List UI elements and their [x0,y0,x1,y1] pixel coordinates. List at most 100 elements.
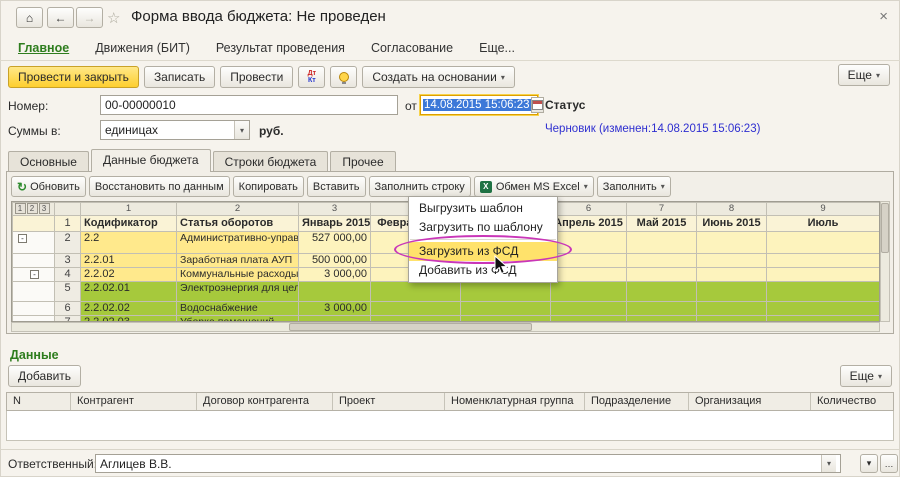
post-and-close-button[interactable]: Провести и закрыть [8,66,139,88]
chevron-down-icon[interactable]: ▾ [821,455,836,472]
grid-cell[interactable] [461,282,551,302]
menu-item-load-by-template[interactable]: Загрузить по шаблону [409,218,557,237]
column-header-project[interactable]: Проект [333,393,445,410]
number-field[interactable]: 00-00000010 [100,95,398,115]
grid-cell[interactable] [627,232,697,254]
grid-cell-amount[interactable]: 527 000,00 [299,232,371,254]
close-icon[interactable]: × [879,8,888,25]
column-header-organization[interactable]: Организация [689,393,811,410]
grid-cell-code[interactable]: 2.2.02.02 [81,302,177,316]
collapse-toggle-icon[interactable]: - [18,234,27,243]
grid-cell-amount[interactable]: 3 000,00 [299,268,371,282]
grid-cell[interactable] [461,302,551,316]
grid-cell-amount[interactable] [299,282,371,302]
chevron-down-icon[interactable]: ▾ [234,121,249,139]
group-level-1-button[interactable]: 1 [15,203,26,214]
grid-cell[interactable] [551,254,627,268]
row-number[interactable]: 3 [55,254,81,268]
menu-item-export-template[interactable]: Выгрузить шаблон [409,199,557,218]
tab-main[interactable]: Основные [8,151,89,172]
tab-budget-lines[interactable]: Строки бюджета [213,151,329,172]
grid-cell[interactable] [767,302,880,316]
responsible-field[interactable]: Аглицев В.В. ▾ [95,454,841,473]
home-button[interactable]: ⌂ [16,7,43,28]
grid-cell[interactable] [627,302,697,316]
show-postings-button[interactable]: ДтКт [298,66,325,88]
grid-cell[interactable] [551,302,627,316]
menu-item-load-from-fsd[interactable]: Загрузить из ФСД [409,242,557,261]
favorite-star-icon[interactable]: ☆ [107,9,120,27]
post-button[interactable]: Провести [220,66,293,88]
grid-cell[interactable] [697,232,767,254]
scrollbar-thumb[interactable] [289,323,532,331]
grid-cell-code[interactable]: 2.2 [81,232,177,254]
grid-cell[interactable] [371,302,461,316]
calendar-picker-button[interactable] [531,97,544,113]
column-header-counterparty[interactable]: Контрагент [71,393,197,410]
column-number[interactable]: 1 [81,203,177,216]
add-row-button[interactable]: Добавить [8,365,81,387]
responsible-open-button[interactable]: … [880,454,898,473]
grid-cell-article[interactable]: Административно-управленческие расходы [177,232,299,254]
grid-cell[interactable] [627,282,697,302]
column-number[interactable]: 3 [299,203,371,216]
grid-cell-article[interactable]: Электроэнергия для целей АУП [177,282,299,302]
column-header-quantity[interactable]: Количество [811,393,893,410]
grid-cell-article[interactable]: Заработная плата АУП [177,254,299,268]
menu-item-movements-bit[interactable]: Движения (БИТ) [95,41,190,55]
column-header-april[interactable]: Апрель 2015 [551,216,627,232]
row-number[interactable]: 4 [55,268,81,282]
back-button[interactable]: ← [47,7,74,28]
menu-item-posting-result[interactable]: Результат проведения [216,41,345,55]
column-header-june[interactable]: Июнь 2015 [697,216,767,232]
row-number[interactable]: 5 [55,282,81,302]
grid-cell[interactable] [767,282,880,302]
status-link[interactable]: Статус [545,98,585,112]
grid-cell[interactable] [551,268,627,282]
grid-cell[interactable] [767,232,880,254]
copy-button[interactable]: Копировать [233,176,304,197]
grid-cell-amount[interactable]: 3 000,00 [299,302,371,316]
more-actions-button[interactable]: Еще ▾ [838,64,890,86]
column-number[interactable]: 9 [767,203,880,216]
row-number[interactable]: 2 [55,232,81,254]
fill-row-button[interactable]: Заполнить строку [369,176,471,197]
write-button[interactable]: Записать [144,66,215,88]
tab-other[interactable]: Прочее [330,151,395,172]
menu-item-add-from-fsd[interactable]: Добавить из ФСД [409,261,557,280]
column-header-n[interactable]: N [7,393,71,410]
column-header-january[interactable]: Январь 2015 [299,216,371,232]
column-number[interactable]: 8 [697,203,767,216]
column-header-contract[interactable]: Договор контрагента [197,393,333,410]
group-level-2-button[interactable]: 2 [27,203,38,214]
tab-budget-data[interactable]: Данные бюджета [91,149,211,172]
responsible-dropdown-button[interactable]: ▾ [860,454,878,473]
grid-cell[interactable] [551,232,627,254]
hint-button[interactable] [330,66,357,88]
grid-cell[interactable] [627,268,697,282]
date-field[interactable]: 14.08.2015 15:06:23 [420,95,538,115]
restore-by-data-button[interactable]: Восстановить по данным [89,176,230,197]
grid-cell[interactable] [767,268,880,282]
column-header-july[interactable]: Июль [767,216,880,232]
grid-cell[interactable] [697,254,767,268]
group-level-3-button[interactable]: 3 [39,203,50,214]
column-header-item-group[interactable]: Номенклатурная группа [445,393,585,410]
sums-in-select[interactable]: единицах ▾ [100,120,250,140]
column-header-department[interactable]: Подразделение [585,393,689,410]
column-number[interactable]: 2 [177,203,299,216]
column-header-article[interactable]: Статья оборотов [177,216,299,232]
fill-button[interactable]: Заполнить ▾ [597,176,671,197]
menu-item-more[interactable]: Еще... [479,41,515,55]
grid-cell[interactable] [697,282,767,302]
column-number[interactable]: 6 [551,203,627,216]
forward-button[interactable]: → [76,7,103,28]
collapse-toggle-icon[interactable]: - [30,270,39,279]
grid-cell-article[interactable]: Коммунальные расходы [177,268,299,282]
menu-item-main[interactable]: Главное [18,41,69,55]
column-header-codifier[interactable]: Кодификатор [81,216,177,232]
grid-cell[interactable] [767,254,880,268]
menu-item-approval[interactable]: Согласование [371,41,453,55]
grid-cell-code[interactable]: 2.2.02 [81,268,177,282]
excel-exchange-button[interactable]: X Обмен MS Excel ▾ [474,176,594,197]
